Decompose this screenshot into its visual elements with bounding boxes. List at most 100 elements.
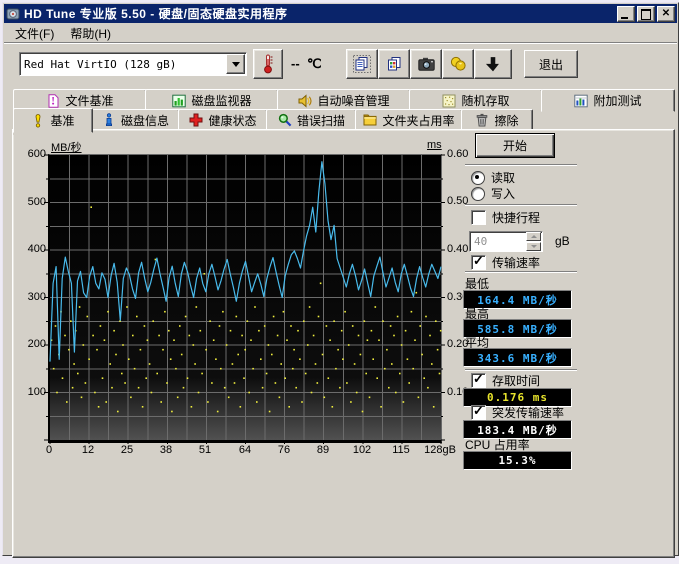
avg-value-display: 343.6 MB/秒	[463, 348, 572, 367]
read-radio-row[interactable]: 读取	[471, 169, 515, 186]
separator	[465, 271, 577, 273]
random-access-icon	[442, 94, 456, 108]
info-icon	[102, 113, 116, 127]
axis-tick-label: 89	[317, 444, 329, 456]
axis-tick-label: 38	[160, 444, 172, 456]
left-axis-ticks: 600500400300200100	[19, 154, 46, 439]
donate-button[interactable]	[442, 49, 474, 79]
app-window: HD Tune 专业版 5.50 - 硬盘/固态硬盘实用程序 ✕ 文件(F) 帮…	[2, 2, 679, 556]
title-bar: HD Tune 专业版 5.50 - 硬盘/固态硬盘实用程序 ✕	[4, 4, 677, 23]
tab-label: 随机存取	[461, 92, 509, 109]
extra-tests-icon	[574, 94, 588, 108]
trash-icon	[475, 113, 489, 127]
cpu-usage-display: 15.3%	[463, 451, 572, 470]
copy-text-button[interactable]	[346, 49, 378, 79]
stroke-size-spinner[interactable]: 40	[469, 231, 543, 252]
axis-tick-label: 400	[28, 243, 46, 255]
exit-button-label: 退出	[539, 56, 563, 73]
burst-rate-label: 突发传输速率	[492, 404, 564, 421]
tab-folder-usage[interactable]: 文件夹占用率	[355, 109, 463, 131]
access-time-checkbox[interactable]	[471, 373, 486, 388]
thermometer-icon	[262, 54, 274, 74]
save-results-button[interactable]	[474, 49, 512, 79]
chart-plot	[50, 155, 441, 440]
transfer-rate-row[interactable]: 传输速率	[471, 254, 540, 271]
short-stroke-checkbox[interactable]	[471, 210, 486, 225]
spinner-down-button[interactable]	[526, 242, 541, 251]
axis-tick-label: 12	[82, 444, 94, 456]
tab-label: 错误扫描	[297, 112, 345, 129]
write-radio-row[interactable]: 写入	[471, 185, 515, 202]
start-button[interactable]: 开始	[475, 133, 555, 158]
app-icon	[6, 7, 20, 21]
menu-bar: 文件(F) 帮助(H)	[4, 23, 677, 44]
axis-tick-label: 0.60	[447, 148, 468, 160]
close-button[interactable]: ✕	[657, 6, 675, 22]
transfer-rate-checkbox[interactable]	[471, 255, 486, 270]
axis-tick-label: 51	[199, 444, 211, 456]
window-title: HD Tune 专业版 5.50 - 硬盘/固态硬盘实用程序	[24, 5, 287, 22]
download-arrow-icon	[485, 56, 501, 73]
menu-file[interactable]: 文件(F)	[8, 23, 61, 44]
screenshot-button[interactable]	[410, 49, 442, 79]
close-icon: ✕	[658, 7, 674, 21]
axis-tick-label: 76	[278, 444, 290, 456]
spinner-up-button[interactable]	[526, 232, 541, 241]
exclamation-icon	[31, 114, 45, 128]
drive-select-value: Red Hat VirtIO (128 gB)	[20, 58, 225, 71]
tab-label: 健康状态	[208, 112, 256, 129]
tab-label: 文件夹占用率	[382, 112, 454, 129]
tab-error-scan[interactable]: 错误扫描	[266, 109, 357, 131]
axis-tick-label: 100	[28, 386, 46, 398]
magnifier-icon	[278, 113, 292, 127]
axis-tick-label: 0	[46, 444, 52, 456]
tab-label: 磁盘信息	[121, 112, 169, 129]
chevron-up-icon	[531, 235, 537, 238]
tab-label: 文件基准	[65, 92, 113, 109]
read-radio-label: 读取	[491, 169, 515, 186]
burst-rate-checkbox[interactable]	[471, 405, 486, 420]
access-time-row[interactable]: 存取时间	[471, 372, 540, 389]
axis-tick-label: 128gB	[424, 444, 456, 456]
access-time-label: 存取时间	[492, 372, 540, 389]
tab-label: 自动噪音管理	[317, 92, 389, 109]
copy-image-icon	[386, 56, 402, 72]
write-radio[interactable]	[471, 187, 485, 201]
coins-icon	[450, 56, 467, 72]
short-stroke-label: 快捷行程	[492, 209, 540, 226]
speaker-icon	[298, 94, 312, 108]
drive-select[interactable]: Red Hat VirtIO (128 gB)	[19, 52, 247, 76]
read-radio[interactable]	[471, 171, 485, 185]
burst-rate-row[interactable]: 突发传输速率	[471, 404, 564, 421]
health-cross-icon	[189, 113, 203, 127]
axis-tick-label: 300	[28, 291, 46, 303]
minimize-icon	[621, 17, 628, 19]
axis-tick-label: 115	[392, 444, 410, 456]
drive-select-dropdown-button[interactable]	[226, 54, 245, 74]
maximize-button[interactable]	[637, 6, 655, 22]
tab-label: 附加测试	[593, 92, 641, 109]
chevron-down-icon	[531, 245, 537, 248]
benchmark-chart	[48, 154, 442, 443]
start-button-label: 开始	[503, 137, 527, 154]
temperature-button[interactable]	[253, 49, 283, 79]
tab-extra-tests[interactable]: 附加测试	[541, 89, 675, 112]
axis-tick-label: 0.40	[447, 243, 468, 255]
axis-tick-label: 200	[28, 338, 46, 350]
temperature-unit: ℃	[307, 56, 322, 72]
copy-image-button[interactable]	[378, 49, 410, 79]
axis-tick-label: 500	[28, 196, 46, 208]
tab-erase[interactable]: 擦除	[461, 109, 533, 131]
tab-disk-info[interactable]: 磁盘信息	[91, 109, 180, 131]
tab-health[interactable]: 健康状态	[178, 109, 268, 131]
separator	[465, 164, 577, 166]
minimize-button[interactable]	[617, 6, 635, 22]
file-benchmark-icon	[46, 94, 60, 108]
short-stroke-row[interactable]: 快捷行程	[471, 209, 540, 226]
menu-help[interactable]: 帮助(H)	[63, 23, 118, 44]
tab-benchmark[interactable]: 基准	[13, 108, 93, 133]
tab-label: 擦除	[494, 112, 518, 129]
maximize-icon	[641, 9, 651, 20]
tab-label: 磁盘监视器	[191, 92, 251, 109]
exit-button[interactable]: 退出	[524, 50, 578, 78]
